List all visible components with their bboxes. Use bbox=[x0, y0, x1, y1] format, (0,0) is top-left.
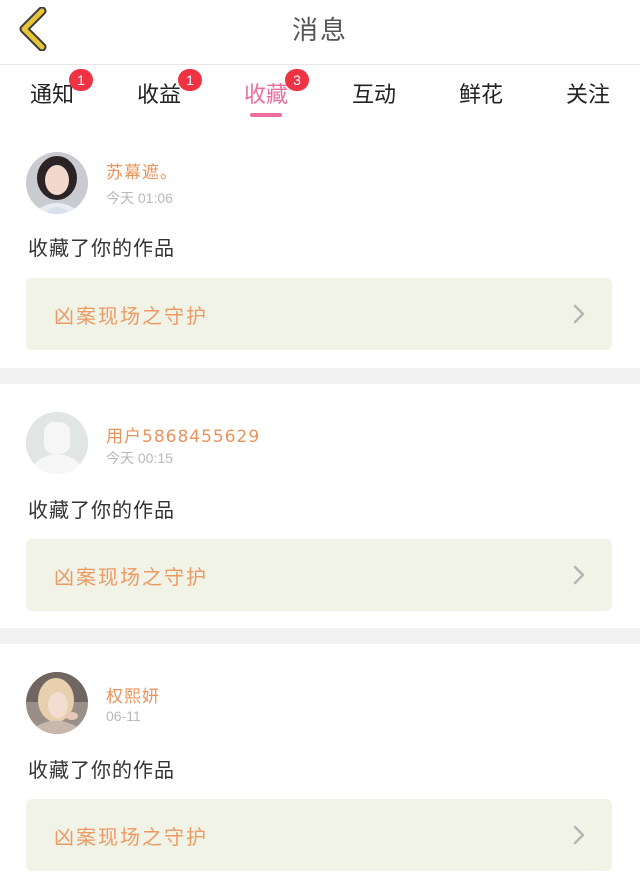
work-title: 凶案现场之守护 bbox=[54, 825, 208, 849]
message-item: 用户5868455629 今天 00:15 收藏了你的作品 凶案现场之守护 bbox=[0, 384, 640, 628]
messages-page: 消息 通知 1 收益 1 收藏 3 互动 鲜花 关注 苏幕遮。 今天 01:06… bbox=[0, 0, 640, 886]
unread-badge: 1 bbox=[178, 69, 202, 91]
chevron-right-icon bbox=[573, 825, 585, 845]
username[interactable]: 用户5868455629 bbox=[106, 422, 260, 447]
chevron-right-icon bbox=[573, 565, 585, 585]
avatar[interactable] bbox=[26, 412, 88, 474]
default-avatar-icon bbox=[26, 412, 88, 474]
tab-label: 鲜花 bbox=[458, 83, 503, 108]
tab-favorites[interactable]: 收藏 3 bbox=[228, 69, 309, 117]
tab-label: 通知 bbox=[29, 83, 74, 108]
separator bbox=[0, 368, 640, 384]
tab-notifications[interactable]: 通知 1 bbox=[14, 69, 93, 117]
tab-earnings[interactable]: 收益 1 bbox=[121, 69, 202, 117]
tab-bar: 通知 1 收益 1 收藏 3 互动 鲜花 关注 bbox=[0, 64, 640, 121]
tab-interactions[interactable]: 互动 bbox=[336, 77, 412, 117]
tab-label: 收藏 bbox=[243, 83, 288, 108]
tab-label: 关注 bbox=[565, 83, 610, 108]
active-tab-indicator bbox=[250, 113, 282, 117]
avatar[interactable] bbox=[26, 672, 88, 734]
tab-following[interactable]: 关注 bbox=[550, 77, 626, 117]
message-item: 苏幕遮。 今天 01:06 收藏了你的作品 凶案现场之守护 bbox=[0, 122, 640, 368]
separator bbox=[0, 628, 640, 644]
unread-badge: 1 bbox=[69, 69, 93, 91]
unread-badge: 3 bbox=[285, 69, 309, 91]
work-link[interactable]: 凶案现场之守护 bbox=[26, 539, 612, 611]
work-link[interactable]: 凶案现场之守护 bbox=[26, 278, 612, 350]
timestamp: 今天 00:15 bbox=[106, 450, 173, 466]
work-title: 凶案现场之守护 bbox=[54, 304, 208, 328]
tab-label: 互动 bbox=[351, 83, 396, 108]
user-photo-icon bbox=[26, 152, 88, 214]
timestamp: 06-11 bbox=[106, 708, 141, 724]
username[interactable]: 苏幕遮。 bbox=[106, 158, 178, 183]
action-text: 收藏了你的作品 bbox=[28, 498, 175, 522]
message-item: 权熙妍 06-11 收藏了你的作品 凶案现场之守护 bbox=[0, 644, 640, 886]
timestamp: 今天 01:06 bbox=[106, 190, 173, 206]
top-bar: 消息 bbox=[0, 0, 640, 58]
chevron-right-icon bbox=[573, 304, 585, 324]
tab-flowers[interactable]: 鲜花 bbox=[443, 77, 519, 117]
action-text: 收藏了你的作品 bbox=[28, 236, 175, 260]
work-link[interactable]: 凶案现场之守护 bbox=[26, 799, 612, 871]
tab-label: 收益 bbox=[136, 83, 181, 108]
avatar[interactable] bbox=[26, 152, 88, 214]
work-title: 凶案现场之守护 bbox=[54, 565, 208, 589]
user-photo-icon bbox=[26, 672, 88, 734]
action-text: 收藏了你的作品 bbox=[28, 758, 175, 782]
page-title: 消息 bbox=[291, 16, 348, 46]
username[interactable]: 权熙妍 bbox=[106, 682, 160, 707]
